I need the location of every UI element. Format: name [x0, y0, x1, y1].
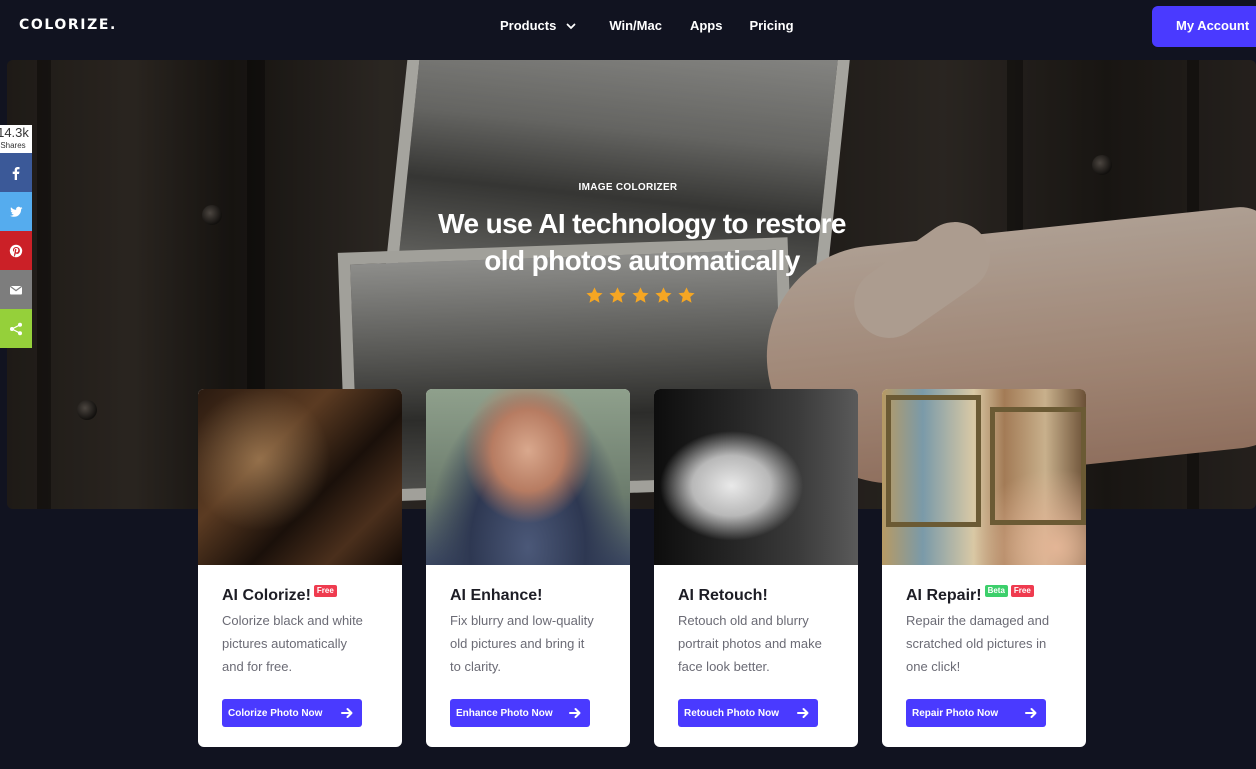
arrow-right-icon	[797, 708, 809, 718]
my-account-button[interactable]: My Account	[1152, 6, 1256, 47]
star-icon	[586, 287, 603, 303]
nav-links: Products Win/Mac Apps Pricing	[500, 18, 794, 33]
card-desc-line: to clarity.	[450, 659, 502, 674]
card-title: AI Enhance!	[450, 587, 542, 605]
photo-frame	[990, 407, 1086, 525]
colorize-photo-button[interactable]: Colorize Photo Now	[222, 699, 362, 727]
old-man-photo	[426, 389, 630, 565]
hero-title-line1: We use AI technology to restore	[438, 208, 846, 239]
star-icon	[678, 287, 695, 303]
nav-products[interactable]: Products	[500, 18, 577, 33]
star-icon	[609, 287, 626, 303]
card-desc-line: one click!	[906, 659, 961, 674]
card-title-text: AI Enhance!	[450, 587, 543, 604]
hero-title-line2: old photos automatically	[484, 245, 800, 276]
button-label: Repair Photo Now	[912, 707, 999, 719]
card-desc-line: Repair the damaged and	[906, 613, 1050, 628]
card-title-text: AI Retouch!	[678, 587, 768, 604]
card-desc-line: old pictures and bring it	[450, 636, 585, 651]
nav-apps[interactable]: Apps	[690, 18, 723, 33]
card-desc-line: scratched old pictures in	[906, 636, 1047, 651]
pinterest-icon	[9, 244, 23, 257]
logo[interactable]: COLORIZE.	[19, 17, 117, 33]
nav-pricing[interactable]: Pricing	[749, 18, 793, 33]
share-icon	[10, 322, 22, 335]
card-desc-line: and for free.	[222, 659, 293, 674]
card-description: Colorize black and white pictures automa…	[222, 609, 382, 678]
free-badge: Free	[1010, 585, 1034, 597]
card-description: Retouch old and blurry portrait photos a…	[678, 609, 838, 678]
top-nav: COLORIZE. Products Win/Mac Apps Pricing …	[0, 0, 1256, 54]
twitter-icon	[10, 206, 23, 217]
card-title: AI Colorize! Free	[222, 585, 337, 605]
woman-profile-photo	[654, 389, 858, 565]
card-enhance: AI Enhance! Fix blurry and low-quality o…	[426, 389, 630, 747]
chevron-down-icon	[566, 23, 576, 29]
share-bar: 14.3k Shares	[0, 125, 32, 348]
card-title: AI Repair! Beta Free	[906, 585, 1034, 605]
nav-products-label: Products	[500, 18, 557, 33]
card-desc-line: portrait photos and make	[678, 636, 822, 651]
card-desc-line: Retouch old and blurry	[678, 613, 809, 628]
more-share-button[interactable]	[0, 309, 32, 348]
button-label: Retouch Photo Now	[684, 707, 779, 719]
card-desc-line: pictures automatically	[222, 636, 347, 651]
button-label: Enhance Photo Now	[456, 707, 553, 719]
staircase-photo	[198, 389, 402, 565]
share-count-label: Shares	[0, 141, 26, 150]
arrow-right-icon	[341, 708, 353, 718]
card-desc-line: Colorize black and white	[222, 613, 363, 628]
card-title: AI Retouch!	[678, 587, 768, 605]
card-description: Fix blurry and low-quality old pictures …	[450, 609, 610, 678]
hero-eyebrow: IMAGE COLORIZER	[578, 182, 678, 193]
repair-photo-button[interactable]: Repair Photo Now	[906, 699, 1046, 727]
card-colorize: AI Colorize! Free Colorize black and whi…	[198, 389, 402, 747]
free-badge: Free	[313, 585, 337, 597]
arrow-right-icon	[1025, 708, 1037, 718]
enhance-photo-button[interactable]: Enhance Photo Now	[450, 699, 590, 727]
hero-title: We use AI technology to restore old phot…	[0, 205, 1256, 279]
email-icon	[9, 285, 23, 294]
facebook-icon	[12, 166, 20, 180]
facebook-share-button[interactable]	[0, 153, 32, 192]
nav-winmac[interactable]: Win/Mac	[609, 18, 662, 33]
star-icon	[655, 287, 672, 303]
pinterest-share-button[interactable]	[0, 231, 32, 270]
twitter-share-button[interactable]	[0, 192, 32, 231]
card-desc-line: Fix blurry and low-quality	[450, 613, 594, 628]
star-icon	[632, 287, 649, 303]
share-count: 14.3k Shares	[0, 125, 32, 153]
photo-frame	[886, 395, 981, 527]
arrow-right-icon	[569, 708, 581, 718]
email-share-button[interactable]	[0, 270, 32, 309]
card-title-text: AI Colorize!	[222, 587, 311, 604]
framed-photos-image	[882, 389, 1086, 565]
share-count-number: 14.3k	[0, 125, 29, 140]
button-label: Colorize Photo Now	[228, 707, 323, 719]
retouch-photo-button[interactable]: Retouch Photo Now	[678, 699, 818, 727]
card-retouch: AI Retouch! Retouch old and blurry portr…	[654, 389, 858, 747]
card-desc-line: face look better.	[678, 659, 770, 674]
beta-badge: Beta	[984, 585, 1008, 597]
card-repair: AI Repair! Beta Free Repair the damaged …	[882, 389, 1086, 747]
rating-stars	[585, 286, 696, 305]
card-description: Repair the damaged and scratched old pic…	[906, 609, 1066, 678]
card-title-text: AI Repair!	[906, 587, 982, 604]
